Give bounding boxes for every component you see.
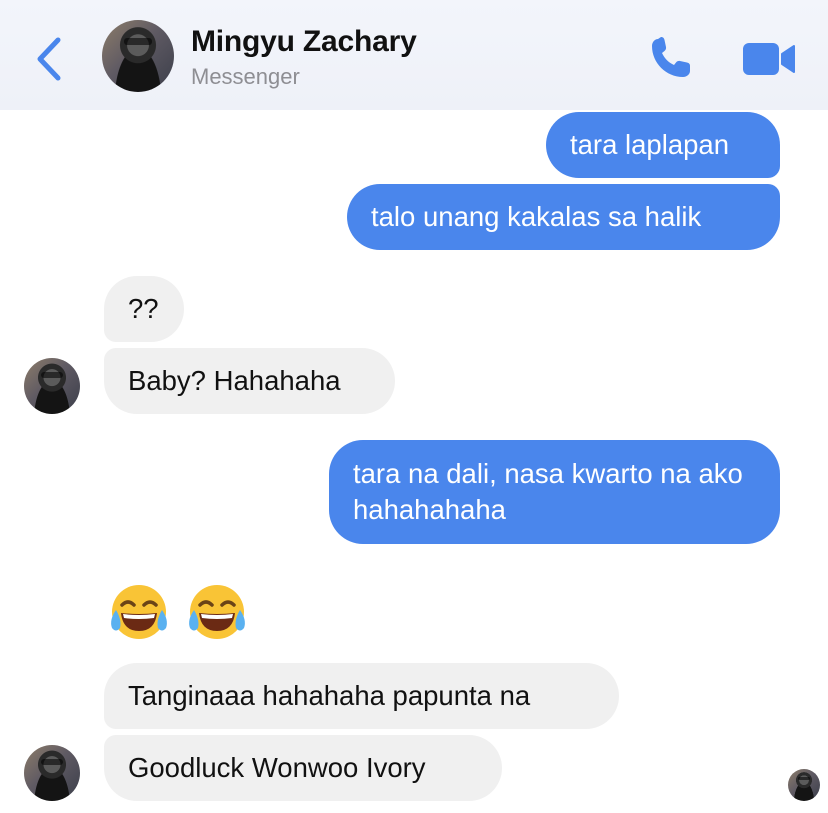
message-text: talo unang kakalas sa halik <box>371 201 702 232</box>
contact-avatar[interactable] <box>102 20 174 92</box>
chat-header: Mingyu Zachary Messenger <box>0 0 828 110</box>
message-text: Goodluck Wonwoo Ivory <box>128 752 426 783</box>
outgoing-message[interactable]: talo unang kakalas sa halik <box>347 184 780 250</box>
incoming-message[interactable]: Baby? Hahahaha <box>104 348 395 414</box>
sender-avatar[interactable] <box>24 745 80 801</box>
video-camera-icon <box>743 43 795 75</box>
message-text: ?? <box>128 293 159 324</box>
incoming-message[interactable]: Goodluck Wonwoo Ivory <box>104 735 502 801</box>
outgoing-message[interactable]: tara laplapan <box>546 112 780 178</box>
message-text: tara laplapan <box>570 129 730 160</box>
call-button[interactable] <box>646 33 698 83</box>
face-with-tears-of-joy-icon <box>111 585 167 639</box>
back-button[interactable] <box>30 34 70 84</box>
contact-name[interactable]: Mingyu Zachary <box>191 25 417 59</box>
sender-avatar[interactable] <box>24 358 80 414</box>
face-with-tears-of-joy-icon <box>189 585 245 639</box>
video-call-button[interactable] <box>741 40 797 78</box>
phone-icon <box>652 37 690 77</box>
message-text: Baby? Hahahaha <box>128 365 341 396</box>
outgoing-message[interactable]: tara na dali, nasa kwarto na ako hahahah… <box>329 440 780 544</box>
message-text: tara na dali, nasa kwarto na ako hahahah… <box>353 458 743 525</box>
contact-subtitle: Messenger <box>191 64 300 89</box>
incoming-message[interactable]: Tanginaaa hahahaha papunta na <box>104 663 619 729</box>
seen-indicator-avatar <box>788 769 820 801</box>
chevron-left-icon <box>37 37 61 81</box>
incoming-message[interactable]: ?? <box>104 276 184 342</box>
emoji-message[interactable] <box>104 578 256 646</box>
message-text: Tanginaaa hahahaha papunta na <box>128 680 531 711</box>
